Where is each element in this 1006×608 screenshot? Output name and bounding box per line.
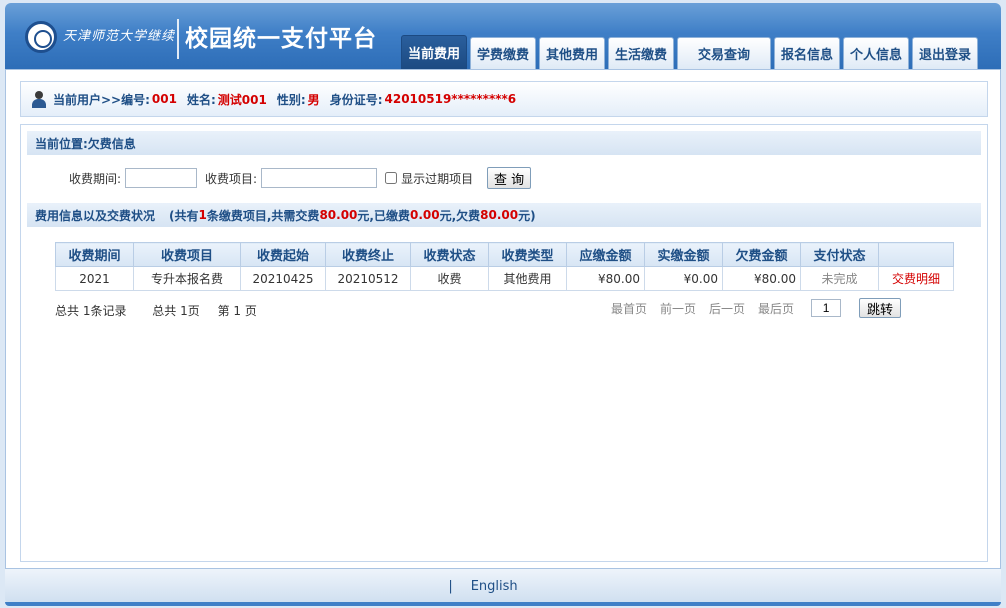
tab-logout[interactable]: 退出登录 [912,37,978,69]
user-gender-label: 性别: [276,92,306,107]
query-form: 收费期间: 收费项目: 显示过期项目 查 询 [69,167,532,189]
col-type: 收费类型 [488,242,567,267]
breadcrumb: 当前位置:欠费信息 [27,131,981,155]
summary-total: 80.00 [319,208,358,222]
user-id: 001 [151,92,177,106]
jump-button[interactable]: 跳转 [859,298,902,318]
tab-other-fees[interactable]: 其他费用 [539,37,605,69]
tab-tuition[interactable]: 学费缴费 [470,37,536,69]
main-nav: 当前费用 学费缴费 其他费用 生活缴费 交易查询 报名信息 个人信息 退出登录 [401,35,978,69]
current-page: 第 1 页 [217,304,257,318]
user-id-label: 当前用户>>编号: [53,92,150,107]
total-pages: 总共 1页 [152,304,200,318]
next-page-link[interactable]: 后一页 [709,300,745,317]
user-name: 测试001 [217,92,267,107]
cell-owed: ¥80.00 [722,266,801,291]
cell-due: ¥80.00 [566,266,645,291]
col-end: 收费终止 [325,242,411,267]
table-row: 2021 专升本报名费 20210425 20210512 收费 其他费用 ¥8… [55,266,954,291]
summary-text-3: 元,已缴费 [357,208,410,223]
cell-paid: ¥0.00 [644,266,723,291]
user-idcard: 42010519*********6 [384,92,517,106]
summary-owed: 80.00 [480,208,519,222]
pager-controls: 最首页 前一页 后一页 最后页 跳转 [611,298,902,318]
col-start: 收费起始 [240,242,326,267]
summary-text-2: 条缴费项目,共需交费 [206,208,320,223]
footer: | English [5,569,1001,603]
cell-start: 20210425 [240,266,326,291]
prev-page-link[interactable]: 前一页 [660,300,696,317]
english-link[interactable]: English [471,579,518,594]
col-pay-status: 支付状态 [800,242,879,267]
summary-paid: 0.00 [409,208,440,222]
cell-pay-status: 未完成 [800,266,879,291]
col-owed: 欠费金额 [722,242,801,267]
cell-status: 收费 [410,266,489,291]
col-actions [878,242,954,267]
cell-item: 专升本报名费 [133,266,241,291]
content-panel: 当前位置:欠费信息 收费期间: 收费项目: 显示过期项目 查 询 费用信息以及交… [20,124,988,562]
item-input[interactable] [261,168,378,188]
col-paid: 实缴金额 [644,242,723,267]
period-input[interactable] [125,168,198,188]
logo-divider [177,19,179,59]
first-page-link[interactable]: 最首页 [611,300,647,317]
cell-period: 2021 [55,266,134,291]
cell-end: 20210512 [325,266,411,291]
total-records: 总共 1条记录 [55,304,127,318]
tab-registration[interactable]: 报名信息 [774,37,840,69]
summary-title: 费用信息以及交费状况 [35,208,156,223]
show-expired-checkbox[interactable] [385,172,398,184]
item-label: 收费项目: [205,171,258,186]
school-name-logo: 天津师范大学继续教育学院 [63,29,175,44]
last-page-link[interactable]: 最后页 [758,300,794,317]
payment-detail-link[interactable]: 交费明细 [878,266,954,291]
tab-transactions[interactable]: 交易查询 [677,37,771,69]
col-period: 收费期间 [55,242,134,267]
col-item: 收费项目 [133,242,241,267]
table-header-row: 收费期间 收费项目 收费起始 收费终止 收费状态 收费类型 应缴金额 实缴金额 … [55,242,954,267]
col-status: 收费状态 [410,242,489,267]
user-idcard-label: 身份证号: [329,92,383,107]
tab-profile[interactable]: 个人信息 [843,37,909,69]
tab-living-fees[interactable]: 生活缴费 [608,37,674,69]
fee-table: 收费期间 收费项目 收费起始 收费终止 收费状态 收费类型 应缴金额 实缴金额 … [55,242,954,291]
cell-type: 其他费用 [488,266,567,291]
query-button[interactable]: 查 询 [487,167,532,189]
tab-current-fees[interactable]: 当前费用 [401,35,467,69]
summary-count: 1 [198,208,207,222]
period-label: 收费期间: [69,171,122,186]
page-number-input[interactable] [811,299,842,317]
user-name-label: 姓名: [186,92,216,107]
bottom-border [5,602,1001,606]
school-logo-icon [25,21,57,53]
user-info-bar: 当前用户>>编号: 001 姓名: 测试001 性别: 男 身份证号: 4201… [20,81,988,117]
system-title: 校园统一支付平台 [185,26,377,52]
fee-summary-bar: 费用信息以及交费状况 (共有 1 条缴费项目,共需交费 80.00 元,已缴费 … [27,203,981,227]
summary-text-5: 元) [518,208,536,223]
header: 天津师范大学继续教育学院 校园统一支付平台 当前费用 学费缴费 其他费用 生活缴… [5,3,1001,69]
summary-text-4: 元,欠费 [439,208,481,223]
main-frame: 当前用户>>编号: 001 姓名: 测试001 性别: 男 身份证号: 4201… [5,69,1001,569]
show-expired-label: 显示过期项目 [401,171,474,186]
user-gender: 男 [307,92,320,107]
col-due: 应缴金额 [566,242,645,267]
summary-text-1: (共有 [169,208,199,223]
pager-summary: 总共 1条记录 总共 1页 第 1 页 [55,302,261,319]
footer-separator: | [448,578,453,594]
user-icon [31,90,47,108]
